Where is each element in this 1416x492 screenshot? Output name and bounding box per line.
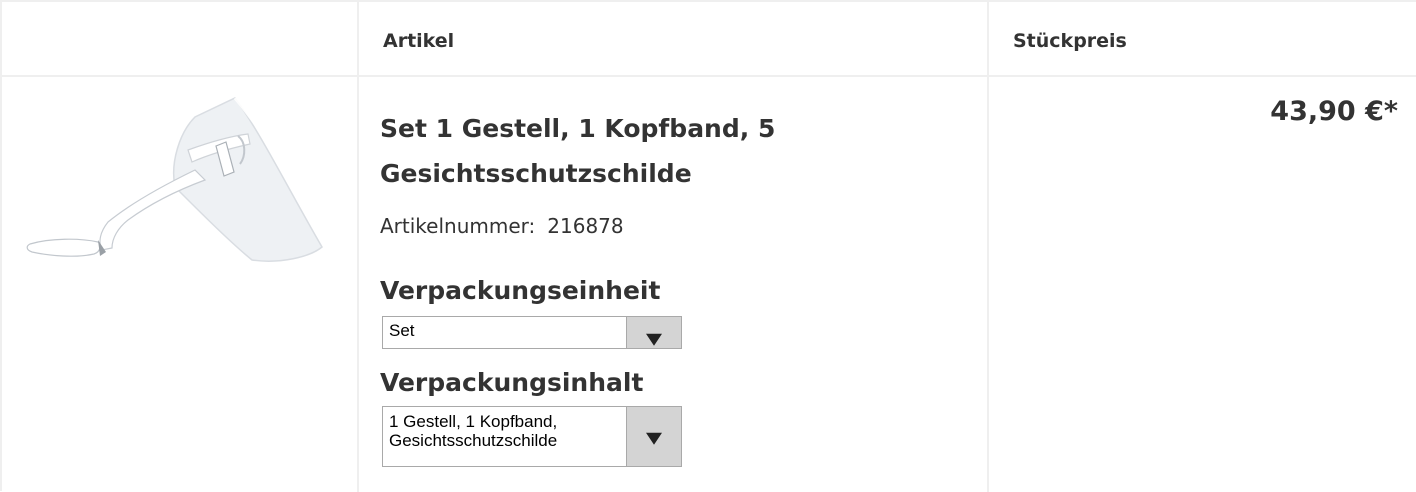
- product-title-line-2: Gesichtsschutzschilde: [380, 159, 692, 188]
- unit-price: 43,90 €*: [1270, 96, 1398, 127]
- packaging-unit-selected-value: Set: [389, 321, 415, 340]
- face-shield-product-image[interactable]: [20, 92, 340, 272]
- packaging-content-dropdown-button[interactable]: [626, 407, 681, 466]
- cart-table: Artikel Stückpreis Set 1 Gestell, 1 Kopf…: [0, 0, 1416, 492]
- packaging-content-select[interactable]: 1 Gestell, 1 Kopfband, Gesichtsschutzsch…: [382, 406, 682, 467]
- header-stueckpreis: Stückpreis: [1013, 30, 1127, 52]
- chevron-down-icon: [646, 333, 662, 346]
- article-number: Artikelnummer: 216878: [380, 214, 624, 238]
- packaging-content-label: Verpackungsinhalt: [380, 368, 644, 397]
- header-artikel: Artikel: [383, 30, 455, 52]
- packaging-unit-select[interactable]: Set: [382, 316, 682, 349]
- column-divider-image: [357, 0, 359, 492]
- header-row-divider: [0, 75, 1416, 77]
- packaging-content-selected-line-2: Gesichtsschutzschilde: [389, 431, 558, 450]
- product-title[interactable]: Set 1 Gestell, 1 Kopfband, 5 Gesichtssch…: [380, 106, 940, 196]
- packaging-unit-dropdown-button[interactable]: [626, 317, 681, 348]
- column-divider-price: [987, 0, 989, 492]
- packaging-unit-label: Verpackungseinheit: [380, 276, 661, 305]
- table-top-border: [0, 0, 1416, 2]
- packaging-content-selected-line-1: 1 Gestell, 1 Kopfband,: [389, 412, 558, 431]
- article-number-label: Artikelnummer:: [380, 214, 536, 238]
- chevron-down-icon: [646, 432, 662, 445]
- product-title-line-1: Set 1 Gestell, 1 Kopfband, 5: [380, 114, 776, 143]
- article-number-value: 216878: [547, 214, 624, 238]
